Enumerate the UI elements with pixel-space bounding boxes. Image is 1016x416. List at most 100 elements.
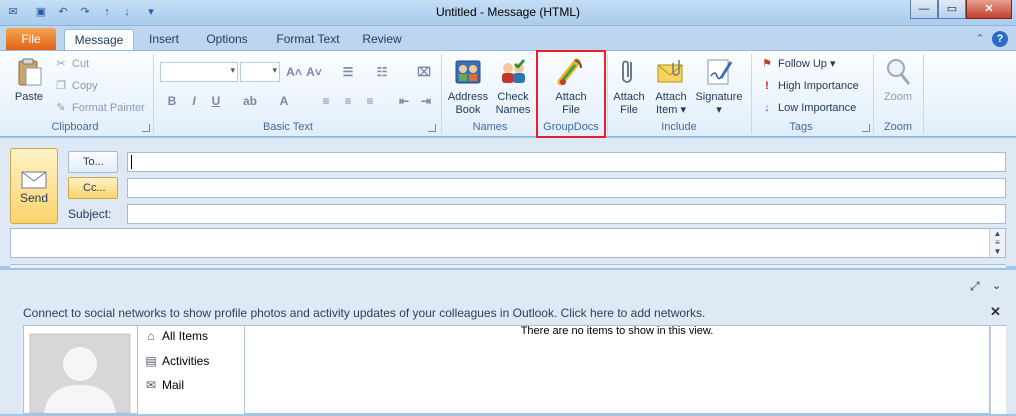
signature-icon — [707, 59, 733, 85]
envelope-icon — [657, 60, 683, 83]
minimize-button[interactable]: — — [910, 0, 938, 19]
tab-message[interactable]: Message — [64, 29, 134, 50]
collapse-ribbon-icon[interactable]: ⌃ — [972, 31, 988, 47]
subject-field[interactable] — [127, 204, 1006, 224]
italic-icon[interactable]: I — [186, 93, 202, 109]
paste-icon — [18, 58, 42, 86]
font-color-icon[interactable]: A — [276, 93, 292, 109]
window-title: Untitled - Message (HTML) — [435, 5, 581, 19]
empty-view-message: There are no items to show in this view. — [520, 325, 714, 337]
decrease-indent-icon[interactable]: ⇤ — [396, 93, 412, 109]
check-names-icon — [502, 59, 525, 83]
group-separator — [923, 54, 924, 134]
expand-icon[interactable]: ⤢ — [970, 279, 980, 294]
attach-file-label-1: Attach — [613, 91, 645, 103]
align-right-icon[interactable]: ≡ — [362, 93, 378, 109]
chevron-down-icon: ▾ — [230, 65, 235, 75]
font-size-dropdown[interactable]: ▾ — [240, 62, 280, 82]
check-names-label-1: Check — [497, 91, 529, 103]
tab-options[interactable]: Options — [198, 29, 256, 50]
nav-activities[interactable]: ▤ Activities — [144, 354, 209, 368]
follow-up-label: Follow Up ▾ — [778, 58, 836, 70]
tab-file[interactable]: File — [6, 28, 56, 50]
maximize-button[interactable]: ▭ — [938, 0, 966, 19]
cc-button[interactable]: Cc... — [68, 177, 118, 199]
help-icon[interactable]: ? — [992, 31, 1008, 47]
pane-splitter[interactable] — [10, 264, 1006, 269]
address-book-button[interactable]: Address Book — [446, 56, 490, 117]
nav-mail-label: Mail — [162, 378, 185, 392]
address-book-icon — [455, 60, 481, 84]
tags-launcher-icon[interactable] — [862, 124, 870, 132]
address-book-label-2: Book — [455, 104, 481, 116]
social-network-message[interactable]: Connect to social networks to show profi… — [23, 306, 705, 320]
check-names-button[interactable]: Check Names — [492, 56, 534, 117]
scroll-up-icon[interactable]: ▲ — [990, 229, 1005, 238]
highlight-color-icon[interactable]: ab — [242, 93, 258, 109]
message-body[interactable] — [10, 228, 1006, 258]
align-left-icon[interactable]: ≡ — [318, 93, 334, 109]
paste-label: Paste — [14, 91, 44, 103]
send-button[interactable]: Send — [10, 148, 58, 224]
high-importance-button[interactable]: ! High Importance — [760, 78, 859, 94]
address-book-label-1: Address — [447, 91, 489, 103]
down-arrow-icon: ↓ — [764, 102, 770, 114]
people-scrollbar[interactable] — [990, 325, 1006, 414]
body-scrollbar[interactable]: ▲ ≡ ▼ — [989, 229, 1005, 257]
copy-label: Copy — [72, 80, 98, 92]
high-importance-label: High Importance — [778, 80, 859, 92]
bullets-icon[interactable]: ☰ — [340, 64, 356, 80]
exclamation-icon: ! — [765, 80, 769, 92]
nav-all-items-label: All Items — [162, 329, 209, 343]
paste-button[interactable]: Paste — [10, 56, 48, 104]
basic-text-group-label: Basic Text — [263, 121, 313, 133]
tab-format-text[interactable]: Format Text — [270, 29, 346, 50]
zoom-label: Zoom — [883, 91, 913, 103]
zoom-button[interactable]: Zoom — [876, 56, 920, 104]
mail-icon: ✉ — [145, 378, 157, 392]
cut-button[interactable]: ✂ Cut — [54, 56, 89, 72]
font-name-dropdown[interactable]: ▾ — [160, 62, 238, 82]
cc-field[interactable] — [127, 178, 1006, 198]
low-importance-button[interactable]: ↓ Low Importance — [760, 100, 856, 116]
nav-activities-label: Activities — [162, 354, 210, 368]
signature-button[interactable]: Signature ▾ — [692, 56, 746, 117]
zoom-group-label: Zoom — [883, 121, 913, 133]
scroll-down-icon[interactable]: ▼ — [990, 247, 1005, 256]
copy-button[interactable]: ❐ Copy — [54, 78, 98, 94]
format-painter-label: Format Painter — [72, 102, 145, 114]
shrink-font-icon[interactable]: A˅ — [306, 64, 322, 80]
underline-icon[interactable]: U — [208, 93, 224, 109]
text-cursor — [131, 155, 132, 169]
increase-indent-icon[interactable]: ⇥ — [418, 93, 434, 109]
group-separator — [441, 54, 442, 134]
numbering-icon[interactable]: ☷ — [374, 64, 390, 80]
grow-font-icon[interactable]: A˄ — [286, 64, 302, 80]
align-center-icon[interactable]: ≡ — [340, 93, 356, 109]
to-button[interactable]: To... — [68, 151, 118, 173]
signature-label-1: Signature — [695, 91, 743, 103]
nav-all-items[interactable]: ⌂ All Items — [144, 329, 208, 343]
tab-review[interactable]: Review — [356, 29, 408, 50]
check-names-label-2: Names — [495, 104, 531, 116]
follow-up-button[interactable]: ⚑ Follow Up ▾ — [760, 56, 835, 72]
bold-icon[interactable]: B — [164, 93, 180, 109]
close-icon[interactable]: ✕ — [990, 304, 1001, 320]
paperclip-icon — [622, 60, 632, 83]
clear-formatting-icon[interactable]: ⌧ — [416, 64, 432, 80]
basic-text-launcher-icon[interactable] — [428, 124, 436, 132]
close-button[interactable]: ✕ — [966, 0, 1012, 19]
send-label: Send — [19, 191, 49, 205]
attach-file-button[interactable]: Attach File — [610, 56, 648, 117]
nav-mail[interactable]: ✉ Mail — [144, 378, 184, 392]
clipboard-launcher-icon[interactable] — [142, 124, 150, 132]
paintbrush-icon: ✎ — [56, 102, 66, 114]
scroll-thumb-icon[interactable]: ≡ — [990, 238, 1005, 247]
attach-item-button[interactable]: Attach Item ▾ — [650, 56, 692, 117]
to-field[interactable] — [127, 152, 1006, 172]
format-painter-button[interactable]: ✎ Format Painter — [54, 100, 145, 116]
avatar — [23, 325, 138, 414]
tab-insert[interactable]: Insert — [140, 29, 188, 50]
attach-file-label-2: File — [620, 104, 638, 116]
chevron-down-icon[interactable]: ⌄ — [992, 279, 1001, 292]
